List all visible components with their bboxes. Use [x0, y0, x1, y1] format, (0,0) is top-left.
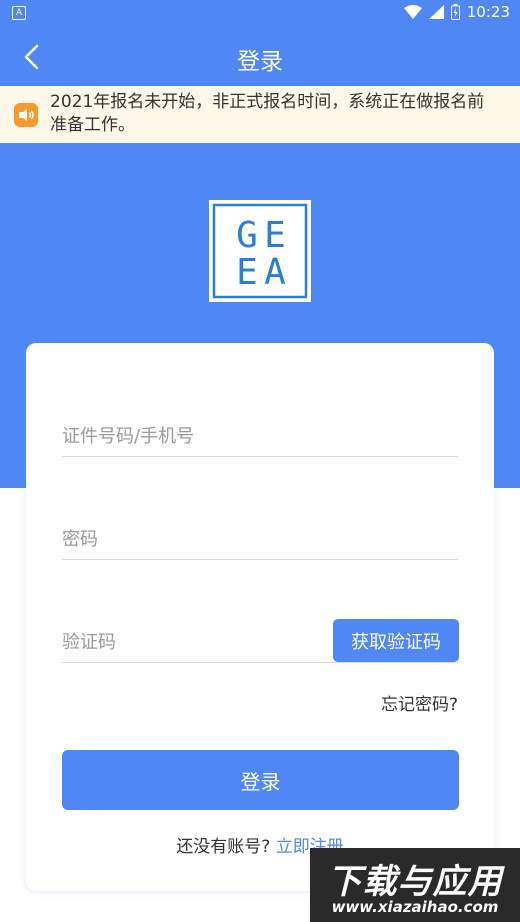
- verification-code-input[interactable]: [62, 622, 322, 662]
- battery-icon: [450, 4, 460, 20]
- status-bar: A 10:23: [0, 0, 520, 26]
- logo-letter-e2: E: [236, 252, 258, 293]
- id-field-container: [62, 416, 458, 457]
- login-button[interactable]: 登录: [62, 750, 459, 810]
- wifi-icon: [403, 5, 422, 19]
- notice-text-line2: 准备工作。: [50, 115, 135, 135]
- logo-letter-a: A: [264, 252, 286, 293]
- password-input[interactable]: [62, 519, 458, 559]
- forgot-password-link[interactable]: 忘记密码?: [381, 690, 458, 715]
- page-title: 登录: [237, 49, 283, 75]
- signal-icon: [428, 5, 444, 19]
- notice-text: 2021年报名未开始，非正式报名时间，系统正在做报名前 准备工作。: [50, 91, 520, 137]
- site-watermark: 下载与应用 www.xiazaihao.com: [310, 848, 520, 922]
- logo-letter-e1: E: [264, 215, 286, 256]
- notice-text-line1: 2021年报名未开始，非正式报名时间，系统正在做报名前: [50, 92, 485, 112]
- watermark-url: www.xiazaihao.com: [331, 898, 499, 916]
- status-icons: 10:23: [403, 3, 510, 21]
- app-header: 登录: [0, 26, 520, 86]
- no-account-text: 还没有账号?: [176, 837, 271, 857]
- password-field-container: [62, 519, 458, 560]
- notification-icon: A: [12, 6, 26, 20]
- watermark-main: 下载与应用: [327, 862, 503, 902]
- geea-logo-mark: G E E A: [212, 203, 308, 299]
- get-code-button[interactable]: 获取验证码: [333, 619, 459, 662]
- id-input[interactable]: [62, 416, 458, 456]
- status-time: 10:23: [466, 3, 510, 21]
- app-logo: G E E A: [209, 200, 311, 302]
- notice-bar: 2021年报名未开始，非正式报名时间，系统正在做报名前 准备工作。: [0, 86, 520, 143]
- logo-letter-g: G: [236, 215, 258, 256]
- speaker-icon: [14, 103, 38, 127]
- login-card: 获取验证码 忘记密码? 登录 还没有账号? 立即注册: [26, 343, 494, 891]
